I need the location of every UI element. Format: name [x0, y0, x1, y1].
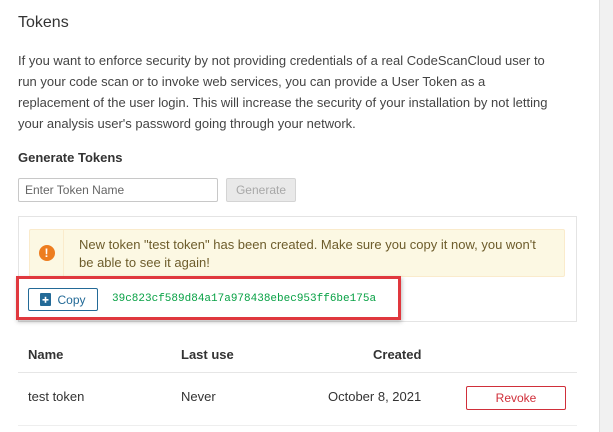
- copy-button-label: Copy: [57, 292, 86, 307]
- page-title: Tokens: [18, 14, 69, 31]
- table-row-divider: [18, 425, 577, 426]
- alert-icon-container: !: [30, 230, 64, 276]
- column-header-name: Name: [28, 347, 64, 362]
- token-created-alert: ! New token "test token" has been create…: [29, 229, 565, 277]
- token-name-cell: test token: [28, 389, 85, 404]
- copy-button[interactable]: Copy: [28, 288, 98, 311]
- token-created-cell: October 8, 2021: [328, 389, 422, 404]
- token-value[interactable]: 39c823cf589d84a17a978438ebec953ff6be175a: [112, 293, 376, 305]
- token-last-use-cell: Never: [181, 389, 216, 404]
- exclamation-circle-icon: !: [38, 245, 55, 261]
- generate-tokens-heading: Generate Tokens: [18, 150, 123, 165]
- table-header-divider: [18, 372, 577, 373]
- tokens-description: If you want to enforce security by not p…: [18, 53, 548, 131]
- revoke-button[interactable]: Revoke: [466, 386, 566, 410]
- column-header-last-use: Last use: [181, 347, 234, 362]
- alert-message: New token "test token" has been created.…: [79, 237, 536, 270]
- vertical-scrollbar[interactable]: [599, 0, 613, 432]
- generate-button[interactable]: Generate: [226, 178, 296, 202]
- clipboard-plus-icon: [40, 293, 52, 306]
- token-name-input[interactable]: [18, 178, 218, 202]
- column-header-created: Created: [373, 347, 422, 362]
